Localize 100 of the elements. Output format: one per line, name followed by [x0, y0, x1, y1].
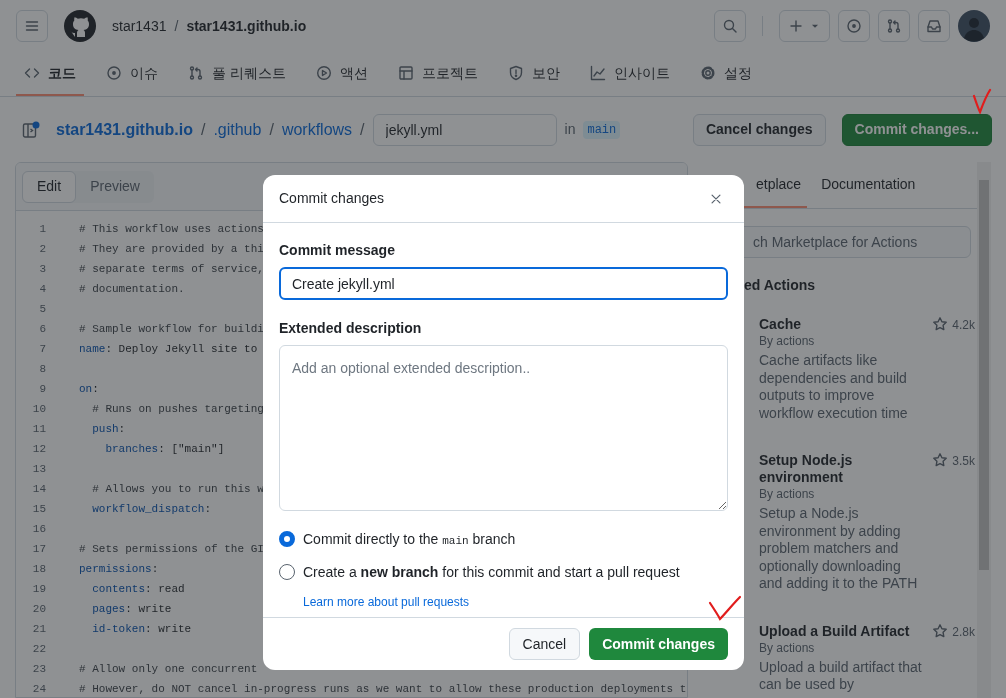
line-number: 1 — [38, 221, 46, 237]
pull-requests-button[interactable] — [878, 10, 910, 42]
editor-tab[interactable]: Edit — [22, 170, 77, 203]
code-line: # They are provided by a thi — [79, 241, 264, 257]
avatar[interactable] — [958, 10, 990, 42]
breadcrumb-link[interactable]: .github — [213, 117, 262, 142]
line-number: 21 — [31, 621, 46, 637]
breadcrumb-link[interactable]: workflows — [281, 117, 353, 142]
create-menu-button[interactable] — [779, 10, 830, 42]
code-line: pages: write — [91, 601, 172, 617]
star-icon — [932, 316, 949, 332]
code-line: id-token: write — [91, 621, 192, 637]
cancel-changes-button[interactable]: Cancel changes — [692, 113, 826, 146]
branch-prefix: in — [564, 120, 576, 139]
nav-tab[interactable]: 인사이트 — [581, 52, 678, 96]
line-number: 24 — [31, 681, 46, 697]
pull-request-icon — [886, 18, 902, 34]
repo-link[interactable]: star1431.github.io — [186, 15, 307, 37]
graph-icon — [589, 65, 606, 81]
check-scribble — [708, 595, 742, 621]
field-label: Extended description — [279, 319, 423, 338]
radio-button[interactable] — [279, 564, 295, 580]
issues-button[interactable] — [838, 10, 870, 42]
panel-tab[interactable]: Documentation — [807, 162, 930, 208]
nav-tab[interactable]: 코드 — [16, 52, 84, 96]
path-separator: / — [360, 119, 365, 140]
search-icon — [722, 18, 738, 34]
code-line: # Sample workflow for buildi — [79, 321, 264, 337]
plus-icon — [787, 18, 804, 34]
star-icon — [932, 622, 949, 639]
settings-icon — [699, 65, 716, 81]
filename-field[interactable]: jekyll.yml — [372, 113, 557, 146]
line-number: 11 — [31, 421, 46, 437]
option-label: Commit directly to the main branch — [303, 530, 516, 549]
line-number: 9 — [38, 381, 46, 397]
commit-changes-button[interactable]: Commit changes... — [841, 113, 992, 146]
editor-tab[interactable]: Preview — [76, 170, 154, 203]
line-number: 16 — [31, 521, 46, 537]
line-number: 18 — [31, 561, 46, 577]
file-tree-icon[interactable] — [22, 120, 40, 139]
breadcrumb-link[interactable]: star1431.github.io — [56, 117, 193, 142]
nav-tab[interactable]: 액션 — [307, 52, 376, 96]
radio-button[interactable] — [279, 531, 295, 547]
nav-tab[interactable]: 설정 — [691, 52, 760, 96]
inbox-icon — [926, 18, 942, 34]
path-separator: / — [269, 119, 274, 140]
code-line: # This workflow uses actions — [79, 221, 264, 237]
learn-more-link[interactable]: Learn more about pull requests — [303, 595, 470, 609]
path-separator: / — [174, 16, 179, 36]
nav-tab[interactable]: 풀 리퀘스트 — [180, 52, 294, 96]
code-line: # Allow only one concurrent — [79, 661, 258, 677]
issue-icon — [846, 18, 862, 34]
nav-tab[interactable]: 보안 — [499, 52, 568, 96]
action-description: Upload a build artifact that can be used by — [759, 658, 923, 694]
field-label: Commit message — [279, 241, 396, 260]
code-line: permissions: — [79, 561, 159, 577]
action-author: By actions — [759, 639, 816, 657]
action-name[interactable]: Upload a Build Artifact — [759, 622, 925, 640]
owner-link[interactable]: star1431 — [112, 15, 167, 37]
code-line: name: Deploy Jekyll site to — [79, 341, 258, 357]
logo-icon[interactable] — [64, 10, 96, 42]
code-line: # Runs on pushes targeting — [91, 401, 264, 417]
code-line: contents: read — [91, 581, 185, 597]
path-separator: / — [200, 119, 206, 140]
option-label: Create a new branch for this commit and start a pull request Learn more about pull requests — [303, 563, 681, 611]
cancel-button[interactable]: Cancel — [508, 628, 581, 660]
line-number: 22 — [31, 641, 46, 657]
description-field[interactable]: Add an optional extended description.. — [279, 345, 728, 511]
menu-icon — [24, 18, 40, 34]
line-number: 8 — [38, 361, 46, 377]
shield-icon — [507, 65, 524, 81]
line-number: 3 — [38, 261, 46, 277]
star-count: 2.8k — [952, 623, 975, 641]
action-name[interactable]: Cache — [759, 316, 925, 333]
commit-message-field[interactable]: Create jekyll.yml — [279, 267, 728, 300]
star-count: 3.5k — [952, 453, 975, 470]
commit-button[interactable]: Commit changes — [589, 628, 728, 660]
line-number: 2 — [38, 241, 46, 257]
code-line: workflow_dispatch: — [91, 501, 212, 517]
code-line: branches: ["main"] — [104, 441, 225, 457]
code-line: # documentation. — [79, 281, 185, 297]
code-line: # Sets permissions of the GI — [79, 541, 264, 557]
check-scribble — [972, 88, 992, 114]
code-line: # However, do NOT cancel in-progress runs as we want to allow these production deployments t — [79, 681, 687, 697]
action-name[interactable]: Setup Node.js environment — [759, 452, 925, 486]
code-icon — [24, 65, 40, 81]
nav-tab[interactable]: 이슈 — [98, 52, 166, 96]
table-icon — [397, 65, 414, 81]
play-icon — [315, 65, 332, 81]
line-number: 6 — [38, 321, 46, 337]
line-number: 23 — [31, 661, 46, 677]
line-number: 13 — [31, 461, 46, 477]
nav-tab[interactable]: 프로젝트 — [389, 52, 486, 96]
menu-button[interactable] — [16, 10, 48, 42]
issue-icon — [106, 65, 122, 81]
action-author: By actions — [759, 486, 816, 503]
inbox-button[interactable] — [918, 10, 950, 42]
search-button[interactable] — [714, 10, 746, 42]
line-number: 17 — [31, 541, 46, 557]
code-line: on: — [79, 381, 99, 397]
